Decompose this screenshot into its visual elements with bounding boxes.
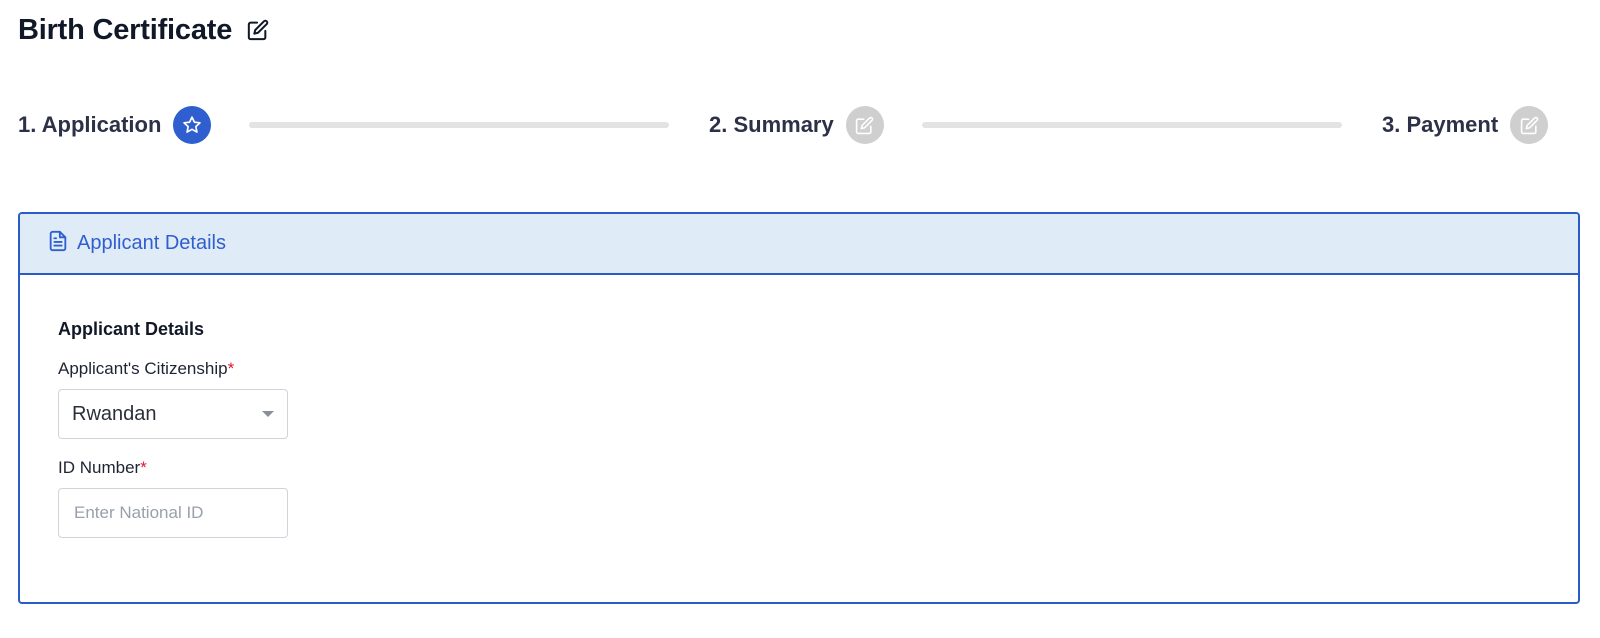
- step-label: 3. Payment: [1382, 112, 1499, 137]
- citizenship-label: Applicant's Citizenship*: [58, 359, 1578, 379]
- panel-body: Applicant Details Applicant's Citizenshi…: [20, 275, 1578, 538]
- step-status-circle: [845, 106, 884, 144]
- edit-icon: [856, 116, 874, 134]
- document-icon: [47, 229, 69, 258]
- panel-header[interactable]: Applicant Details: [20, 214, 1578, 275]
- step-application[interactable]: 1. Application: [18, 105, 212, 145]
- required-mark: *: [140, 458, 147, 477]
- citizenship-label-text: Applicant's Citizenship: [58, 359, 228, 378]
- panel-header-title: Applicant Details: [77, 232, 226, 254]
- step-label: 1. Application: [18, 112, 162, 137]
- step-connector: [249, 122, 669, 128]
- id-number-label: ID Number*: [58, 458, 1578, 478]
- chevron-down-icon: [262, 411, 274, 417]
- step-summary[interactable]: 2. Summary: [709, 105, 884, 145]
- page-title: Birth Certificate: [18, 13, 233, 46]
- step-status-circle: [173, 106, 212, 144]
- id-number-input[interactable]: [58, 488, 288, 538]
- step-label: 2. Summary: [709, 112, 834, 137]
- stepper: 1. Application 2. Summary 3. Payment: [18, 105, 1580, 145]
- edit-icon: [1520, 116, 1538, 134]
- id-number-label-text: ID Number: [58, 458, 141, 477]
- step-status-circle: [1510, 106, 1549, 144]
- section-title: Applicant Details: [58, 319, 205, 339]
- star-icon: [183, 116, 202, 133]
- citizenship-select[interactable]: Rwandan: [58, 389, 288, 439]
- page-header: Birth Certificate: [18, 10, 270, 50]
- edit-icon[interactable]: [246, 18, 270, 42]
- step-payment[interactable]: 3. Payment: [1382, 105, 1549, 145]
- required-mark: *: [227, 359, 235, 378]
- applicant-details-panel: Applicant Details Applicant Details Appl…: [18, 212, 1580, 604]
- citizenship-select-value: Rwandan: [72, 402, 157, 425]
- step-connector: [922, 122, 1342, 128]
